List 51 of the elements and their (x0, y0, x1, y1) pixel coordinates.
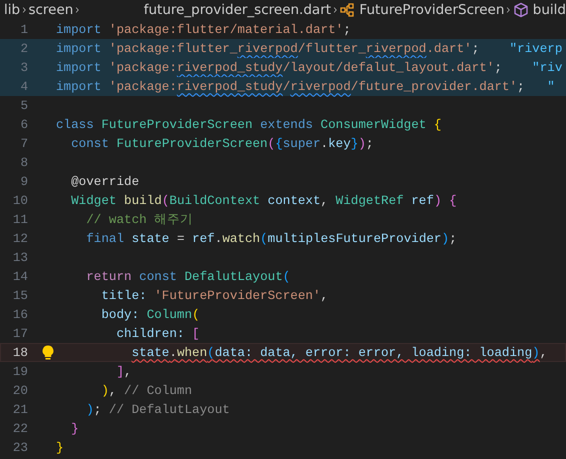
line-number: 20 (12, 384, 28, 398)
line-number: 6 (19, 118, 28, 132)
code-line: Widget build(BuildContext context, WidgetRef ref) { (70, 194, 457, 208)
code-line: final state = ref.watch(multiplesFutureProvider); (85, 232, 457, 246)
code-line: } (56, 440, 64, 454)
code-line: ); // DefalutLayout (85, 402, 230, 416)
line-number: 9 (19, 174, 28, 188)
line-number: 11 (12, 212, 28, 226)
code-line: ], (115, 364, 132, 378)
code-line: children: [ (115, 326, 200, 340)
line-number: 16 (12, 308, 28, 322)
line-number: 4 (19, 80, 28, 94)
code-line: title: 'FutureProviderScreen', (100, 288, 328, 302)
line-number: 5 (19, 98, 28, 112)
code-line: return const DefalutLayout( (85, 270, 290, 284)
line-number: 19 (12, 364, 28, 378)
code-line: ), // Column (100, 384, 192, 398)
breadcrumb-item[interactable]: future_provider_screen.dart (144, 2, 332, 18)
cube-icon (512, 2, 529, 18)
code-line: import 'package:flutter/material.dart'; (56, 22, 351, 36)
line-number: 1 (19, 22, 28, 36)
line-number: 13 (12, 250, 28, 264)
line-number: 23 (12, 440, 28, 454)
line-number: 8 (19, 156, 28, 170)
code-line: import 'package:riverpod_study/layout/defalut_layout.dart'; "riv (56, 60, 562, 74)
line-number: 21 (12, 402, 28, 416)
line-number: 15 (12, 288, 28, 302)
code-line: @override (70, 174, 140, 188)
line-number: 18 (12, 346, 28, 360)
line-number: 2 (19, 42, 28, 56)
line-number: 14 (12, 270, 28, 284)
code-line: import 'package:flutter_riverpod/flutter_riverpod.dart'; "riverp (56, 42, 562, 56)
code-line: } (70, 422, 79, 436)
line-number: 7 (19, 136, 28, 150)
line-number: 17 (12, 326, 28, 340)
code-line: // watch 해주기 (85, 212, 194, 228)
code-line: const FutureProviderScreen({super.key}); (70, 136, 374, 150)
breadcrumb-item[interactable]: screen (28, 2, 74, 18)
lightbulb-icon[interactable] (42, 345, 54, 360)
breadcrumb-item[interactable]: FutureProviderScreen (359, 2, 504, 18)
line-number: 22 (12, 422, 28, 436)
line-number: 12 (12, 232, 28, 246)
line-number: 10 (12, 194, 28, 208)
class-icon (339, 2, 356, 18)
breadcrumb-item[interactable]: build (532, 2, 566, 18)
code-line: state.when(data: data, error: error, loading: loading), (130, 346, 548, 360)
code-line: body: Column( (100, 308, 200, 322)
code-line: class FutureProviderScreen extends ConsumerWidget { (56, 118, 442, 132)
code-line: import 'package:riverpod_study/riverpod/future_provider.dart'; " (56, 80, 555, 94)
line-number: 3 (19, 60, 28, 74)
breadcrumb-item[interactable]: lib (4, 2, 20, 18)
